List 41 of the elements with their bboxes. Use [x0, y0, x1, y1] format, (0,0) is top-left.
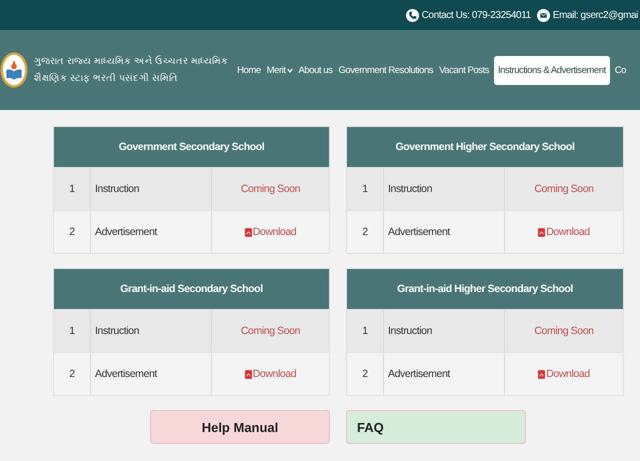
pdf-icon — [538, 370, 546, 378]
table-cell: 2 — [347, 353, 384, 395]
table-header: Grant-in-aid Secondary School — [54, 269, 329, 309]
link-card[interactable]: Help Manual — [150, 410, 330, 444]
download-link[interactable]: Download — [538, 226, 590, 238]
pdf-icon — [538, 228, 546, 236]
table-cell: 2 — [54, 211, 91, 253]
pdf-icon — [244, 370, 252, 378]
table-cell: Advertisement — [384, 353, 505, 395]
table-cell: 2 — [347, 211, 384, 253]
download-link[interactable]: Download — [244, 226, 296, 238]
nav-link[interactable]: Merit — [264, 56, 296, 84]
table-header: Government Higher Secondary School — [347, 127, 623, 167]
nav-link[interactable]: About us — [296, 56, 336, 84]
status-text: Coming Soon — [534, 325, 594, 337]
nav-link[interactable]: Co — [612, 56, 630, 84]
table-cell: 2 — [54, 353, 91, 395]
site-title: શૈક્ષણિક સ્ટાફ ભરતી પસંદગી સમિતિ — [34, 72, 180, 86]
status-text: Coming Soon — [240, 183, 300, 195]
table-cell: Advertisement — [384, 211, 505, 253]
nav-link[interactable]: Home — [234, 56, 264, 84]
nav-link[interactable]: Instructions & Advertisement — [494, 56, 610, 84]
email-text: Email: gserc2@gmai — [552, 10, 638, 20]
envelope-icon — [536, 8, 550, 22]
status-text: Coming Soon — [240, 325, 300, 337]
caret-icon — [286, 68, 293, 72]
logo-icon[interactable] — [0, 52, 28, 88]
status-text: Coming Soon — [534, 183, 594, 195]
nav-link[interactable]: Government Resolutions — [335, 56, 436, 84]
download-link[interactable]: Download — [244, 368, 296, 380]
pdf-icon — [244, 228, 252, 236]
phone-icon — [406, 8, 419, 22]
table-cell: Advertisement — [91, 353, 212, 395]
link-card[interactable]: FAQ — [346, 410, 526, 444]
table-cell: Advertisement — [91, 211, 212, 253]
download-link[interactable]: Download — [538, 368, 590, 380]
contact-text: Contact Us: 079-23254011 — [422, 10, 531, 20]
nav-link[interactable]: Vacant Posts — [436, 56, 492, 84]
table-header: Grant-in-aid Higher Secondary School — [347, 269, 623, 309]
table-header: Government Secondary School — [54, 127, 329, 167]
site-title: ગુજરાત રાજ્ય માધ્યમિક અને ઉચ્ચતર માધ્યમિક — [34, 54, 228, 69]
